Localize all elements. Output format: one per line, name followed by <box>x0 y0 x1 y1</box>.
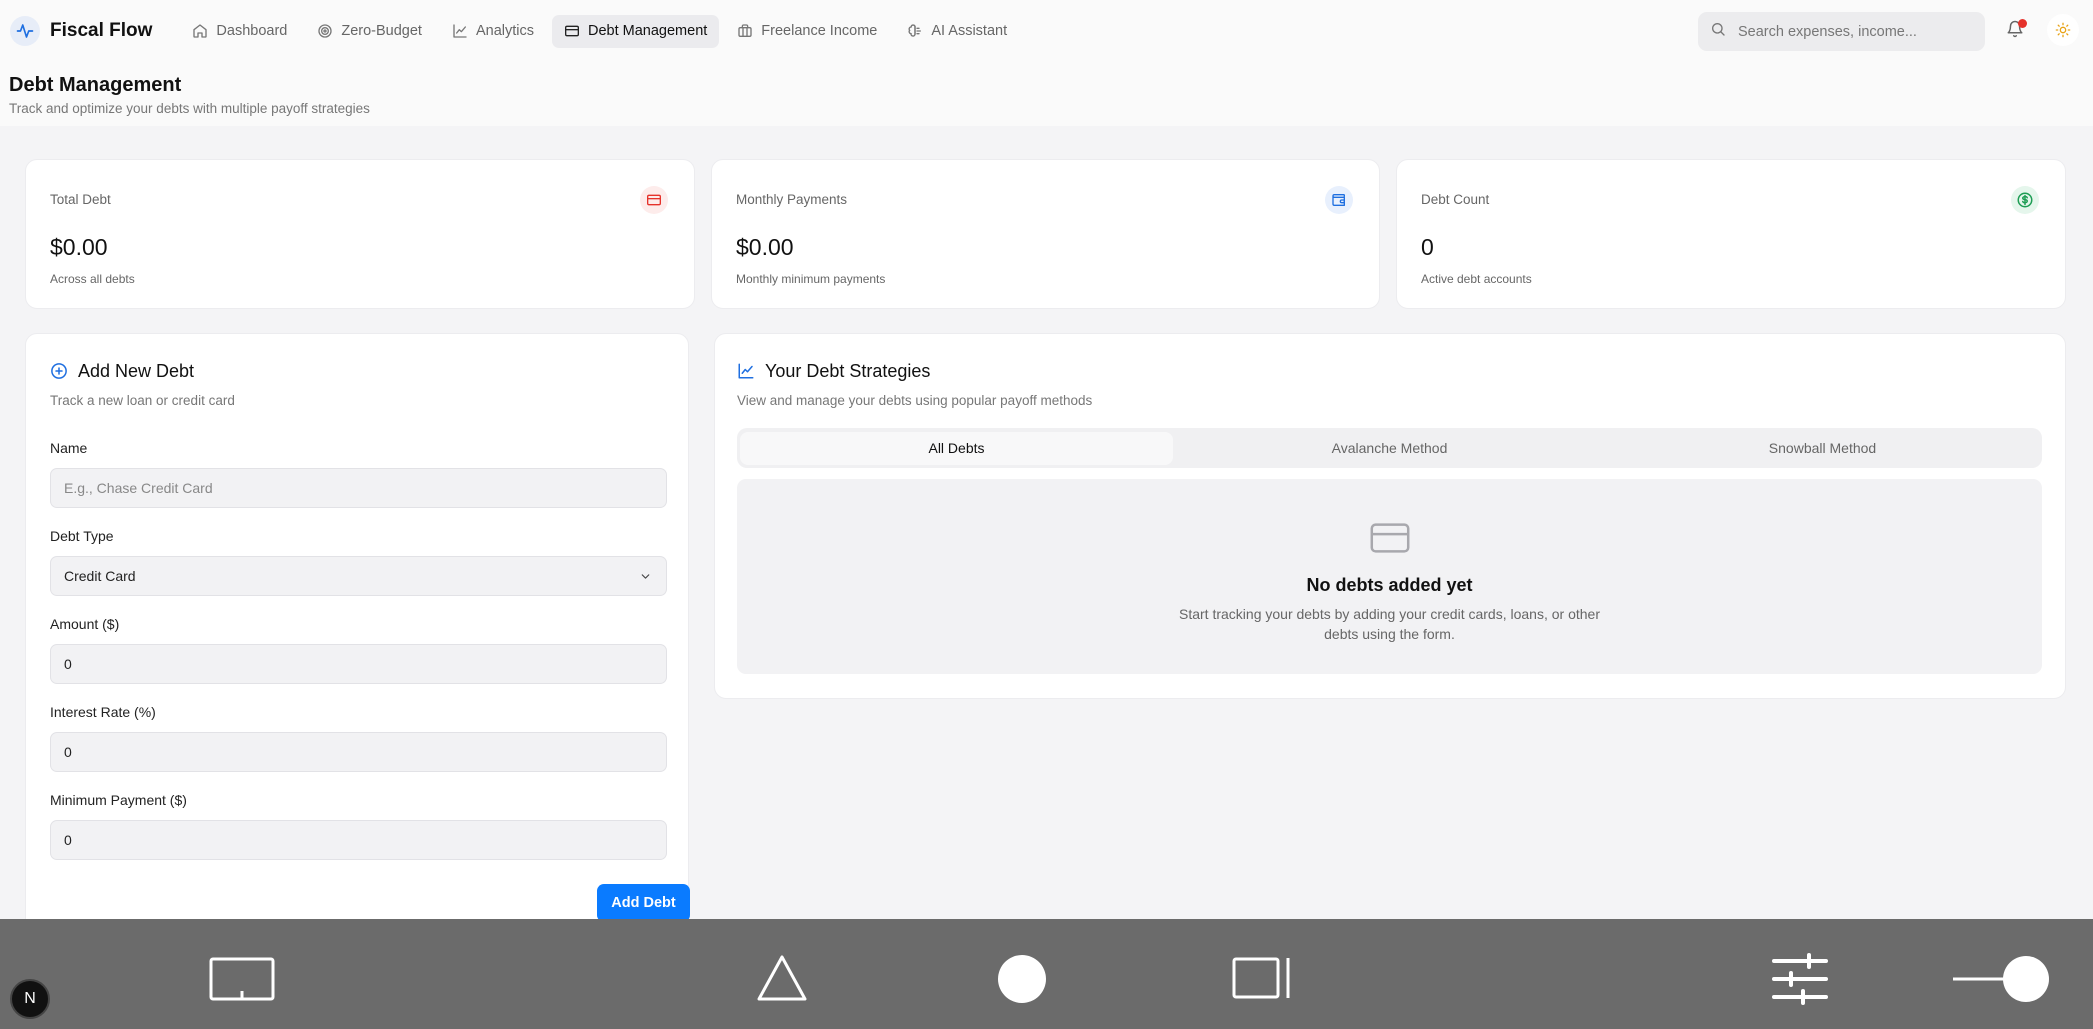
tab-all-debts[interactable]: All Debts <box>740 431 1173 465</box>
stat-value: $0.00 <box>736 234 794 260</box>
target-icon <box>317 23 333 39</box>
theme-toggle-sun-icon[interactable] <box>2047 14 2079 46</box>
home-icon <box>192 23 208 39</box>
line-chart-icon <box>737 362 755 385</box>
nav-item-label: AI Assistant <box>931 23 1008 39</box>
minimum-payment-input[interactable]: 0 <box>50 820 667 860</box>
briefcase-icon <box>737 23 753 39</box>
toggle-switch-icon[interactable] <box>1951 954 2051 1009</box>
brand-name: Fiscal Flow <box>50 20 153 41</box>
brain-icon <box>907 23 923 39</box>
debt-strategies-card: Your Debt Strategies View and manage you… <box>714 333 2066 699</box>
search-input[interactable] <box>1738 23 1968 40</box>
stat-label: Total Debt <box>50 192 111 207</box>
dev-badge[interactable]: N <box>10 979 50 1019</box>
recents-panel-icon[interactable] <box>1232 956 1292 1005</box>
nav-item-freelance-income[interactable]: Freelance Income <box>725 15 889 48</box>
empty-state: No debts added yet Start tracking your d… <box>737 479 2042 674</box>
credit-card-icon <box>640 186 668 214</box>
notification-dot <box>2018 19 2027 28</box>
nav-links: Dashboard Zero-Budget Analytics Debt Man… <box>180 14 1025 48</box>
stat-value: $0.00 <box>50 234 108 260</box>
nav-item-label: Dashboard <box>216 23 288 39</box>
credit-card-icon <box>564 23 580 39</box>
nav-item-label: Debt Management <box>588 23 708 39</box>
add-debt-card: Add New Debt Track a new loan or credit … <box>25 333 690 945</box>
stat-value: 0 <box>1421 234 1434 260</box>
card-description: View and manage your debts using popular… <box>737 393 1093 408</box>
home-circle-icon[interactable] <box>997 954 1047 1009</box>
debt-type-label: Debt Type <box>50 528 114 544</box>
name-input[interactable]: E.g., Chase Credit Card <box>50 468 667 508</box>
top-navigation: Fiscal Flow Dashboard Zero-Budget Analyt… <box>0 0 2093 62</box>
line-chart-icon <box>452 23 468 39</box>
search-icon <box>1710 21 1726 42</box>
back-triangle-icon[interactable] <box>756 954 808 1007</box>
nav-item-label: Analytics <box>475 23 534 39</box>
strategy-tabs: All Debts Avalanche Method Snowball Meth… <box>737 428 2042 468</box>
nav-item-zero-budget[interactable]: Zero-Budget <box>305 15 434 48</box>
page-title: Debt Management <box>9 74 182 96</box>
tab-avalanche-method[interactable]: Avalanche Method <box>1173 432 1606 465</box>
card-description: Track a new loan or credit card <box>50 393 235 408</box>
interest-rate-label: Interest Rate (%) <box>50 704 156 720</box>
empty-state-text: Start tracking your debts by adding your… <box>1179 606 1600 642</box>
nav-item-ai-assistant[interactable]: AI Assistant <box>895 15 1019 48</box>
name-label: Name <box>50 440 88 456</box>
stat-label: Debt Count <box>1421 192 1490 207</box>
page-header: Debt Management Track and optimize your … <box>0 62 2093 126</box>
stat-subtext: Across all debts <box>50 272 135 286</box>
sliders-settings-icon[interactable] <box>1771 953 1829 1010</box>
nav-item-dashboard[interactable]: Dashboard <box>180 15 299 48</box>
debt-type-select[interactable]: Credit Card <box>50 556 667 596</box>
activity-logo-icon <box>10 16 40 46</box>
wallet-icon <box>1325 186 1353 214</box>
stat-card-total-debt: Total Debt $0.00 Across all debts <box>25 159 695 309</box>
stat-subtext: Monthly minimum payments <box>736 272 886 286</box>
amount-input[interactable]: 0 <box>50 644 667 684</box>
nav-item-analytics[interactable]: Analytics <box>440 15 546 48</box>
system-navigation-bar <box>0 919 2093 1029</box>
nav-item-label: Freelance Income <box>761 23 878 39</box>
dollar-circle-icon <box>2011 186 2039 214</box>
interest-rate-input[interactable]: 0 <box>50 732 667 772</box>
brand[interactable]: Fiscal Flow <box>10 16 152 46</box>
chevron-down-icon <box>639 570 652 586</box>
tab-snowball-method[interactable]: Snowball Method <box>1606 432 2039 465</box>
stat-subtext: Active debt accounts <box>1421 272 1532 286</box>
credit-card-icon <box>1367 515 1413 566</box>
plus-circle-icon <box>50 362 68 385</box>
screen-icon[interactable] <box>209 957 275 1008</box>
card-title: Add New Debt <box>78 361 195 381</box>
card-title: Your Debt Strategies <box>765 361 931 381</box>
minimum-payment-label: Minimum Payment ($) <box>50 792 187 808</box>
stat-card-monthly-payments: Monthly Payments $0.00 Monthly minimum p… <box>711 159 1380 309</box>
amount-label: Amount ($) <box>50 616 120 632</box>
add-debt-button[interactable]: Add Debt <box>597 884 690 922</box>
debt-type-value: Credit Card <box>64 568 136 584</box>
stat-label: Monthly Payments <box>736 192 848 207</box>
stat-card-debt-count: Debt Count 0 Active debt accounts <box>1396 159 2066 309</box>
nav-item-debt-management[interactable]: Debt Management <box>552 14 720 48</box>
page-subtitle: Track and optimize your debts with multi… <box>9 101 370 116</box>
nav-item-label: Zero-Budget <box>341 23 422 39</box>
search-box[interactable] <box>1698 12 1985 51</box>
empty-state-title: No debts added yet <box>1306 575 1473 595</box>
